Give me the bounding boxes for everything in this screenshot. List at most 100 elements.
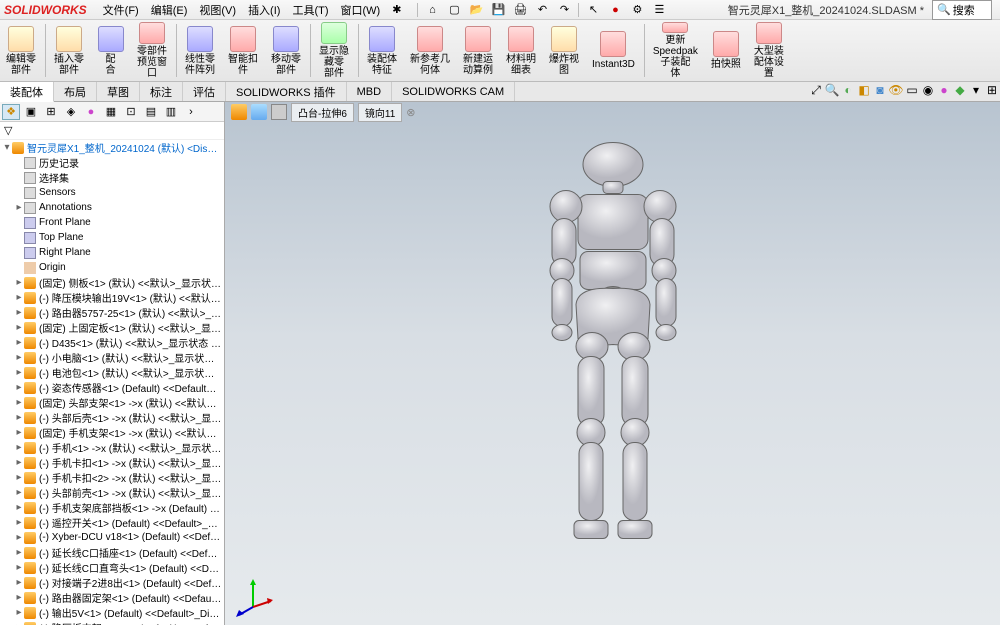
zoom-area-icon[interactable]: 🔍	[824, 82, 840, 98]
tree-item[interactable]: ▸(-) 头部后壳<1> ->x (默认) <<默认>_显示状态 1>	[0, 410, 224, 425]
feature-tree-tab-icon[interactable]: ❖	[2, 104, 20, 120]
ribbon-btn-2[interactable]: 配 合	[91, 20, 131, 81]
tree-item[interactable]: Top Plane	[0, 230, 224, 245]
tree-item[interactable]: 选择集	[0, 170, 224, 185]
rebuild-icon[interactable]: ●	[607, 2, 623, 18]
expand-icon[interactable]: ▸	[14, 202, 24, 213]
tab8-icon[interactable]: ▤	[142, 104, 160, 120]
print-icon[interactable]: 🖨	[512, 2, 528, 18]
display-tab-icon[interactable]: ●	[82, 104, 100, 120]
tree-item[interactable]: ▸(-) 手机卡扣<1> ->x (默认) <<默认>_显示状态 1>	[0, 455, 224, 470]
tree-item[interactable]: ▸(-) 小电脑<1> (默认) <<默认>_显示状态 1>	[0, 350, 224, 365]
search-box[interactable]: 🔍 搜索	[932, 0, 992, 20]
tab6-icon[interactable]: ▦	[102, 104, 120, 120]
tree-item[interactable]: ▸(-) 手机<1> ->x (默认) <<默认>_显示状态 1>	[0, 440, 224, 455]
appearances-icon[interactable]: ●	[936, 82, 952, 98]
undo-icon[interactable]: ↶	[534, 2, 550, 18]
redo-icon[interactable]: ↷	[556, 2, 572, 18]
tab-5[interactable]: SOLIDWORKS 插件	[226, 82, 347, 101]
tree-item[interactable]: ▸(-) 降压板支架19V<1> (Default) <<Default>_Di…	[0, 620, 224, 625]
expand-icon[interactable]: ▸	[14, 412, 24, 423]
ribbon-btn-11[interactable]: 材料明 细表	[500, 20, 543, 81]
view-settings-icon[interactable]: ▾	[968, 82, 984, 98]
bc-body-icon[interactable]	[271, 104, 287, 120]
tree-item[interactable]: Sensors	[0, 185, 224, 200]
tree-item[interactable]: Front Plane	[0, 215, 224, 230]
tree-item[interactable]: ▸(-) 手机支架底部挡板<1> ->x (Default) <<Default	[0, 500, 224, 515]
tab-0[interactable]: 装配体	[0, 82, 54, 102]
apply-scene-icon[interactable]: ◆	[952, 82, 968, 98]
ribbon-btn-10[interactable]: 新建运 动算例	[457, 20, 500, 81]
ribbon-btn-15[interactable]: 拍快照	[705, 20, 748, 81]
tree-item[interactable]: ▸(-) 姿态传感器<1> (Default) <<Default>_Displ…	[0, 380, 224, 395]
tree-item[interactable]: ▸(-) 遥控开关<1> (Default) <<Default>_Displa…	[0, 515, 224, 530]
ribbon-btn-16[interactable]: 大型装 配体设 置	[748, 20, 791, 81]
feature-tree[interactable]: ▾智元灵犀X1_整机_20241024 (默认) <Display State历…	[0, 140, 224, 625]
expand-icon[interactable]: ▸	[14, 442, 24, 453]
menu-edit[interactable]: 编辑(E)	[145, 2, 194, 18]
expand-icon[interactable]: ▸	[14, 277, 24, 288]
bc-part-icon[interactable]	[251, 104, 267, 120]
tab-more-icon[interactable]: ›	[182, 104, 200, 120]
dimxpert-tab-icon[interactable]: ◈	[62, 104, 80, 120]
tree-item[interactable]: ▸(-) 路由器固定架<1> (Default) <<Default>_Disp…	[0, 590, 224, 605]
ribbon-btn-13[interactable]: Instant3D	[586, 20, 642, 81]
tree-item[interactable]: ▸(-) 输出5V<1> (Default) <<Default>_Displa…	[0, 605, 224, 620]
breadcrumb-1[interactable]: 凸台-拉伸6	[291, 103, 354, 122]
ribbon-btn-6[interactable]: 移动零 部件	[265, 20, 308, 81]
section-icon[interactable]: ◧	[856, 82, 872, 98]
ribbon-btn-8[interactable]: 装配体 特征	[361, 20, 404, 81]
menu-tools[interactable]: 工具(T)	[286, 2, 334, 18]
save-icon[interactable]: 💾	[490, 2, 506, 18]
prev-view-icon[interactable]: ◐	[840, 82, 856, 98]
tab7-icon[interactable]: ⊡	[122, 104, 140, 120]
menu-file[interactable]: 文件(F)	[97, 2, 145, 18]
ribbon-btn-4[interactable]: 线性零 件阵列	[179, 20, 222, 81]
graphics-viewport[interactable]: 凸台-拉伸6 镜向11 ⊗	[225, 102, 1000, 625]
tree-item[interactable]: ▸(固定) 头部支架<1> ->x (默认) <<默认>_显示状态	[0, 395, 224, 410]
expand-icon[interactable]: ▸	[14, 472, 24, 483]
scene-icon[interactable]: ◉	[920, 82, 936, 98]
tree-item[interactable]: ▸(固定) 手机支架<1> ->x (默认) <<默认>_显示状态	[0, 425, 224, 440]
tree-item[interactable]: ▸(-) 延长线C口直弯头<1> (Default) <<Default>_Di	[0, 560, 224, 575]
hide-show-icon[interactable]: 👁	[888, 82, 904, 98]
expand-icon[interactable]: ▸	[14, 592, 24, 603]
expand-icon[interactable]: ▾	[2, 142, 12, 153]
ribbon-btn-5[interactable]: 智能扣 件	[222, 20, 265, 81]
tab-7[interactable]: SOLIDWORKS CAM	[392, 82, 515, 101]
perspective-icon[interactable]: ▭	[904, 82, 920, 98]
config-tab-icon[interactable]: ⊞	[42, 104, 60, 120]
menu-help-icon[interactable]: ✱	[386, 3, 407, 16]
tree-item[interactable]: ▸(-) Xyber-DCU v18<1> (Default) <<Defaul…	[0, 530, 224, 545]
breadcrumb-close-icon[interactable]: ⊗	[406, 106, 415, 119]
tree-item[interactable]: ▸(固定) 侧板<1> (默认) <<默认>_显示状态 1>	[0, 275, 224, 290]
expand-icon[interactable]: ▸	[14, 352, 24, 363]
expand-icon[interactable]: ▸	[14, 292, 24, 303]
ribbon-btn-12[interactable]: 爆炸视 图	[543, 20, 586, 81]
tab-1[interactable]: 布局	[54, 82, 97, 101]
expand-icon[interactable]: ▸	[14, 337, 24, 348]
display-style-icon[interactable]: ◙	[872, 82, 888, 98]
tree-filter[interactable]: ▽	[0, 122, 224, 140]
tree-item[interactable]: ▸(固定) 上固定板<1> (默认) <<默认>_显示状态 1>	[0, 320, 224, 335]
settings-icon[interactable]: ☰	[651, 2, 667, 18]
expand-icon[interactable]: ▸	[14, 307, 24, 318]
expand-icon[interactable]: ▸	[14, 562, 24, 573]
tree-item[interactable]: ▸(-) D435<1> (默认) <<默认>_显示状态 1>	[0, 335, 224, 350]
expand-icon[interactable]: ▸	[14, 547, 24, 558]
tab-6[interactable]: MBD	[347, 82, 392, 101]
tree-item[interactable]: ▸(-) 头部前壳<1> ->x (默认) <<默认>_显示状态 1>	[0, 485, 224, 500]
expand-icon[interactable]: ▸	[14, 577, 24, 588]
menu-window[interactable]: 窗口(W)	[335, 2, 387, 18]
tree-item[interactable]: 历史记录	[0, 155, 224, 170]
expand-icon[interactable]: ▸	[14, 607, 24, 618]
ribbon-btn-0[interactable]: 编辑零 部件	[0, 20, 43, 81]
expand-icon[interactable]: ▸	[14, 502, 24, 513]
tree-item[interactable]: ▸(-) 手机卡扣<2> ->x (默认) <<默认>_显示状态 1>	[0, 470, 224, 485]
tree-item[interactable]: ▸Annotations	[0, 200, 224, 215]
ribbon-btn-14[interactable]: 更新 Speedpak 子装配 体	[647, 20, 705, 81]
tree-item[interactable]: Origin	[0, 260, 224, 275]
tab-3[interactable]: 标注	[140, 82, 183, 101]
expand-icon[interactable]: ▸	[14, 322, 24, 333]
property-tab-icon[interactable]: ▣	[22, 104, 40, 120]
